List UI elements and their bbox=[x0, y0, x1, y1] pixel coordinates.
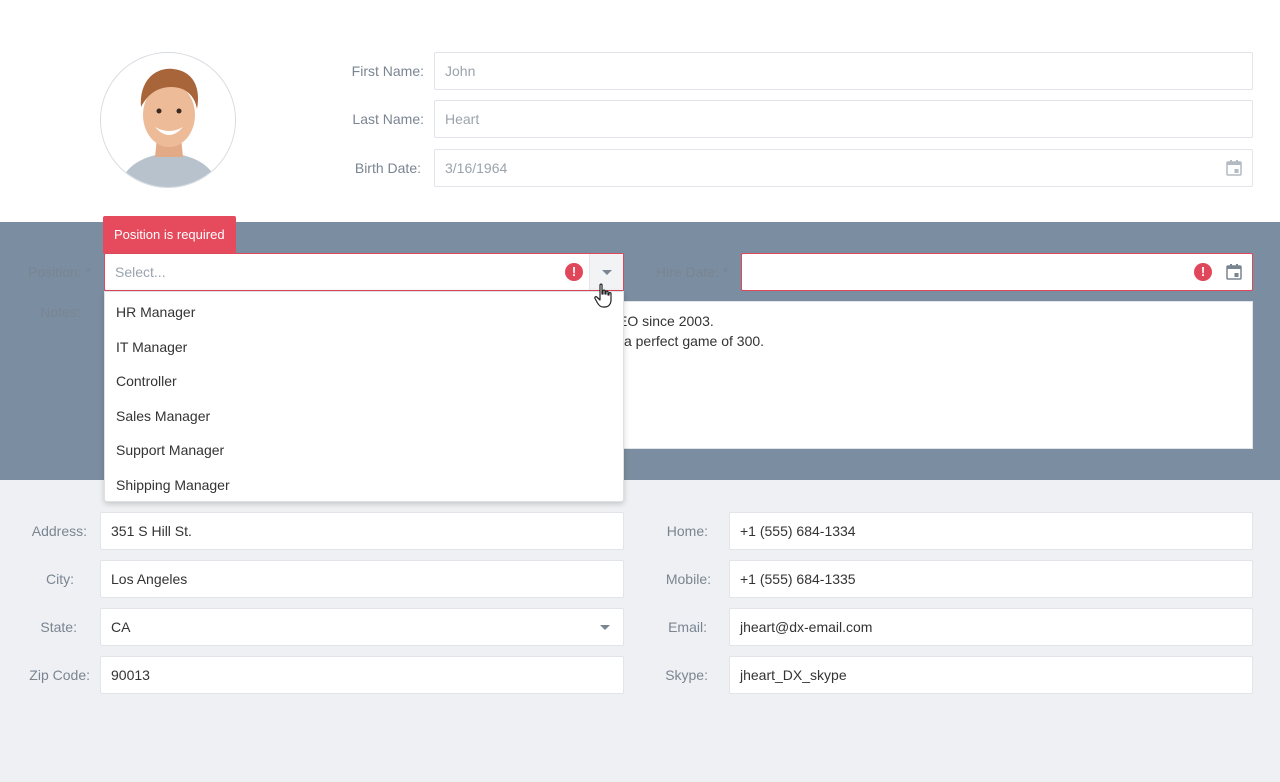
position-option-support-manager[interactable]: Support Manager bbox=[105, 433, 623, 468]
position-option-shipping-manager[interactable]: Shipping Manager bbox=[105, 468, 623, 503]
error-icon: ! bbox=[565, 263, 583, 281]
calendar-icon[interactable] bbox=[1226, 160, 1242, 176]
skype-field[interactable]: jheart_DX_skype bbox=[729, 656, 1253, 694]
email-field[interactable]: jheart@dx-email.com bbox=[729, 608, 1253, 646]
position-error-tooltip: Position is required bbox=[103, 216, 236, 253]
calendar-icon[interactable] bbox=[1226, 264, 1242, 280]
position-dropdown-list: HR Manager IT Manager Controller Sales M… bbox=[104, 291, 624, 502]
last-name-field[interactable]: Heart bbox=[434, 100, 1253, 138]
first-name-label: First Name: bbox=[351, 63, 424, 79]
email-label: Email: bbox=[668, 619, 707, 635]
zip-code-label: Zip Code: bbox=[29, 667, 90, 683]
error-icon: ! bbox=[1194, 263, 1212, 281]
birth-date-label: Birth Date: bbox=[354, 160, 421, 176]
employee-photo bbox=[100, 52, 236, 188]
birth-date-value: 3/16/1964 bbox=[445, 160, 508, 176]
birth-date-field[interactable]: 3/16/1964 bbox=[434, 149, 1253, 187]
hand-pointer-icon bbox=[594, 283, 612, 308]
chevron-down-icon[interactable] bbox=[600, 625, 610, 630]
first-name-field[interactable]: John bbox=[434, 52, 1253, 90]
zip-code-field[interactable]: 90013 bbox=[100, 656, 624, 694]
position-option-sales-manager[interactable]: Sales Manager bbox=[105, 399, 623, 434]
state-value: CA bbox=[111, 619, 131, 635]
position-option-controller[interactable]: Controller bbox=[105, 364, 623, 399]
notes-label: Notes: bbox=[40, 304, 81, 320]
chevron-down-icon bbox=[602, 270, 612, 275]
state-select[interactable]: CA bbox=[100, 608, 624, 646]
city-field[interactable]: Los Angeles bbox=[100, 560, 624, 598]
hire-date-field[interactable]: ! bbox=[741, 253, 1253, 291]
state-label: State: bbox=[40, 619, 77, 635]
last-name-label: Last Name: bbox=[352, 111, 424, 127]
skype-label: Skype: bbox=[665, 667, 708, 683]
position-placeholder: Select... bbox=[115, 264, 166, 280]
position-select[interactable]: Select... ! bbox=[104, 253, 624, 291]
position-option-hr-manager[interactable]: HR Manager bbox=[105, 295, 623, 330]
hire-date-label: Hire Date: * bbox=[656, 264, 729, 280]
city-label: City: bbox=[46, 571, 74, 587]
position-label: Position: * bbox=[28, 264, 92, 280]
address-field[interactable]: 351 S Hill St. bbox=[100, 512, 624, 550]
position-option-it-manager[interactable]: IT Manager bbox=[105, 330, 623, 365]
avatar-icon bbox=[101, 53, 235, 187]
home-phone-label: Home: bbox=[666, 523, 708, 539]
home-phone-field[interactable]: +1 (555) 684-1334 bbox=[729, 512, 1253, 550]
mobile-phone-field[interactable]: +1 (555) 684-1335 bbox=[729, 560, 1253, 598]
mobile-phone-label: Mobile: bbox=[665, 571, 711, 587]
address-label: Address: bbox=[31, 523, 87, 539]
